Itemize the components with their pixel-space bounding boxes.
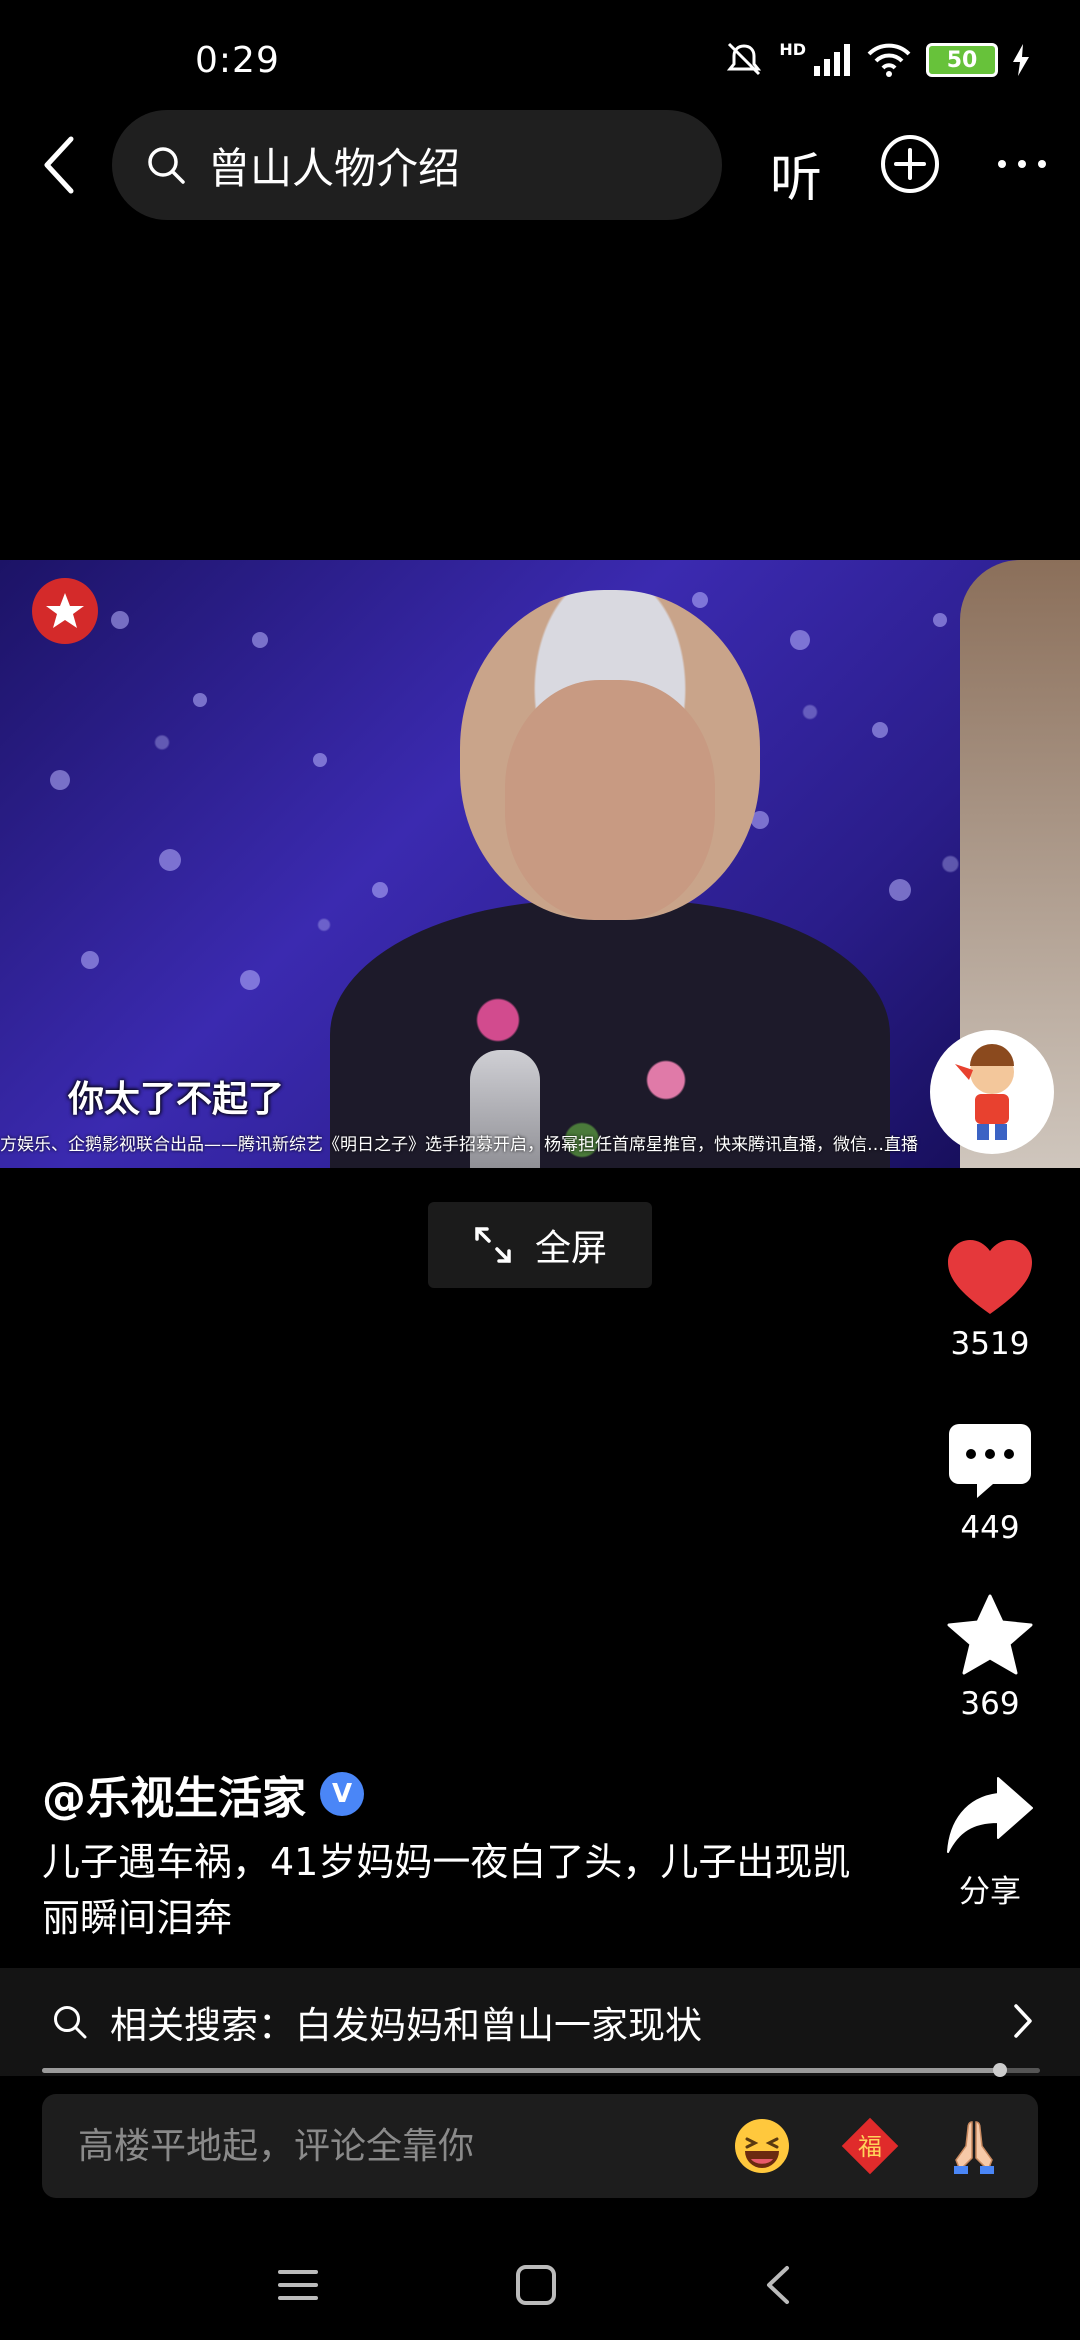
listen-button[interactable]: 听 xyxy=(770,136,822,211)
system-nav-bar xyxy=(0,2230,1080,2340)
star-icon xyxy=(947,1594,1033,1675)
add-button[interactable] xyxy=(878,132,942,196)
fullscreen-button[interactable]: 全屏 xyxy=(428,1202,652,1288)
nav-back-button[interactable] xyxy=(748,2260,808,2310)
fullscreen-label: 全屏 xyxy=(534,1228,607,1269)
expand-icon xyxy=(475,1227,511,1263)
related-search-text: 相关搜索：白发妈妈和曾山一家现状 xyxy=(110,2004,702,2047)
mascot-avatar[interactable] xyxy=(930,1030,1054,1154)
search-query: 曾山人物介绍 xyxy=(208,143,461,193)
video-figure-body xyxy=(330,900,890,1168)
laugh-emoji-button[interactable] xyxy=(732,2116,792,2176)
like-count: 3519 xyxy=(950,1326,1030,1362)
battery-indicator: 50 xyxy=(926,43,998,77)
favorite-count: 369 xyxy=(960,1686,1020,1722)
more-button[interactable] xyxy=(990,132,1054,196)
status-bar: 0:29 HD 50 xyxy=(0,0,1080,110)
fu-charm-icon: 福 xyxy=(841,2117,899,2175)
related-search-bar[interactable]: 相关搜索：白发妈妈和曾山一家现状 xyxy=(0,1968,1080,2076)
favorite-action[interactable]: 369 xyxy=(930,1594,1050,1722)
back-triangle-icon xyxy=(767,2266,789,2304)
laughing-face-icon xyxy=(735,2119,789,2173)
home-square-icon xyxy=(516,2265,556,2305)
mute-icon xyxy=(727,42,762,76)
network-type: HD xyxy=(779,40,806,59)
signal-icon xyxy=(814,44,850,76)
post-description[interactable]: 儿子遇车祸，41岁妈妈一夜白了头，儿子出现凯丽瞬间泪奔 xyxy=(42,1834,882,1946)
menu-icon xyxy=(278,2270,318,2300)
share-label: 分享 xyxy=(959,1874,1021,1910)
comment-bar: 福 xyxy=(42,2094,1038,2198)
more-dots-icon xyxy=(998,160,1046,168)
pray-emoji-button[interactable] xyxy=(944,2116,1004,2176)
share-arrow-icon xyxy=(947,1777,1033,1853)
svg-text:福: 福 xyxy=(858,2133,882,2161)
status-time: 0:29 xyxy=(195,40,280,81)
chevron-right-icon xyxy=(1014,2004,1032,2038)
status-icons: HD 50 xyxy=(723,40,1030,80)
back-button[interactable] xyxy=(24,130,94,200)
video-player[interactable]: 你太了不起了 方娱乐、企鹅影视联合出品——腾讯新综艺《明日之子》选手招募开启，杨… xyxy=(0,560,1080,1168)
nav-menu-button[interactable] xyxy=(268,2260,328,2310)
comment-action[interactable]: 449 xyxy=(930,1424,1050,1546)
video-progress-bar[interactable] xyxy=(42,2063,1040,2077)
plus-circle-icon xyxy=(881,135,939,193)
charging-icon xyxy=(1013,44,1029,76)
nav-home-button[interactable] xyxy=(506,2260,566,2310)
praying-hands-icon xyxy=(954,2121,994,2174)
cartoon-boy-icon xyxy=(955,1044,1014,1140)
progress-handle[interactable] xyxy=(993,2063,1008,2077)
video-figure-face xyxy=(505,680,715,920)
video-ticker: 方娱乐、企鹅影视联合出品——腾讯新综艺《明日之子》选手招募开启，杨幂担任首席星推… xyxy=(0,1135,918,1155)
search-icon xyxy=(54,2006,87,2039)
star-logo-icon xyxy=(46,593,84,628)
like-action[interactable]: 3519 xyxy=(930,1240,1050,1362)
channel-logo xyxy=(32,578,98,644)
verified-badge: V xyxy=(320,1772,364,1816)
share-action[interactable]: 分享 xyxy=(930,1776,1050,1911)
author-name[interactable]: @乐视生活家 xyxy=(42,1762,306,1826)
comment-bubble-icon xyxy=(949,1424,1031,1498)
chevron-left-icon xyxy=(44,136,74,194)
comment-input[interactable] xyxy=(78,2125,718,2167)
comment-count: 449 xyxy=(960,1510,1020,1546)
wifi-icon xyxy=(867,43,911,77)
search-bar[interactable]: 曾山人物介绍 xyxy=(112,110,722,220)
search-icon xyxy=(148,147,185,184)
heart-icon xyxy=(948,1240,1032,1314)
progress-fill xyxy=(42,2068,1001,2073)
fortune-emoji-button[interactable]: 福 xyxy=(840,2116,900,2176)
author[interactable]: @乐视生活家 V xyxy=(42,1762,364,1826)
top-header: 曾山人物介绍 听 xyxy=(0,110,1080,220)
video-subtitle: 你太了不起了 xyxy=(68,1079,285,1120)
